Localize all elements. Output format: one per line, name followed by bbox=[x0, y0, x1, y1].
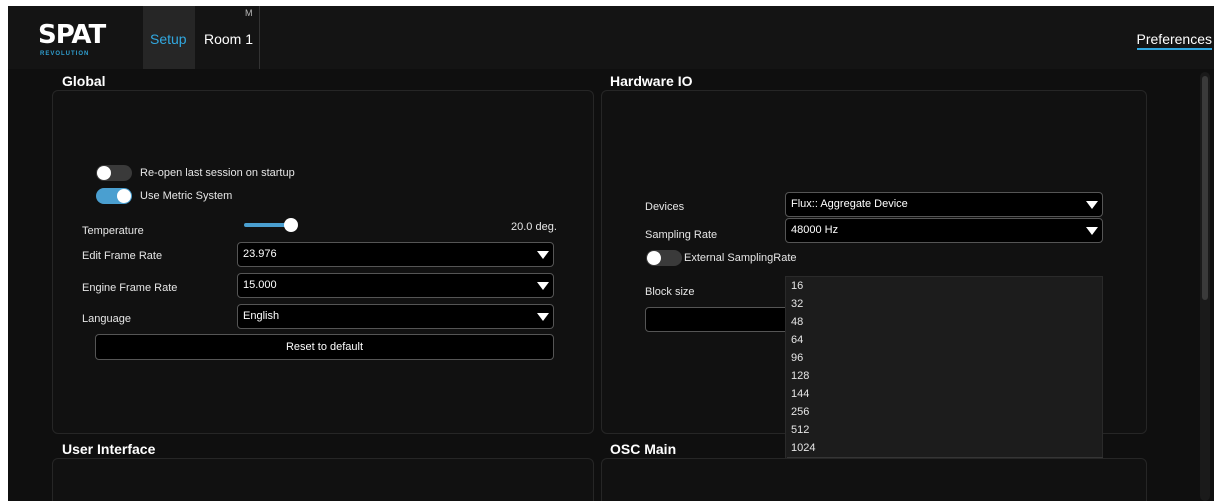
chevron-down-icon bbox=[537, 251, 549, 259]
devices-label: Devices bbox=[645, 201, 685, 213]
toggle-knob bbox=[647, 251, 661, 265]
osc-main-panel bbox=[601, 458, 1147, 501]
devices-select[interactable]: Flux:: Aggregate Device bbox=[785, 192, 1103, 217]
dropdown-option-144[interactable]: 144 bbox=[787, 385, 1103, 403]
tab-room-badge: M bbox=[245, 8, 253, 18]
temperature-slider-handle[interactable] bbox=[284, 218, 298, 232]
dropdown-option-1024[interactable]: 1024 bbox=[787, 439, 1103, 457]
global-title: Global bbox=[62, 73, 106, 89]
chevron-down-icon bbox=[537, 313, 549, 321]
tab-setup[interactable]: Setup bbox=[143, 6, 195, 69]
preferences-link[interactable]: Preferences bbox=[1136, 31, 1212, 50]
edit-frame-rate-select[interactable]: 23.976 bbox=[237, 242, 554, 267]
app-window: SPAT REVOLUTION Setup M Room 1 Preferenc… bbox=[8, 6, 1214, 501]
reopen-session-toggle[interactable] bbox=[96, 165, 132, 181]
user-interface-title: User Interface bbox=[62, 441, 156, 457]
osc-main-title: OSC Main bbox=[610, 441, 677, 457]
reopen-session-label: Re-open last session on startup bbox=[140, 167, 295, 179]
toggle-knob bbox=[117, 189, 131, 203]
dropdown-option-128[interactable]: 128 bbox=[787, 367, 1103, 385]
engine-frame-rate-select[interactable]: 15.000 bbox=[237, 273, 554, 298]
dropdown-option-16[interactable]: 16 bbox=[787, 277, 1103, 295]
tab-room-1[interactable]: M Room 1 bbox=[198, 6, 260, 69]
reset-to-default-button[interactable]: Reset to default bbox=[95, 334, 554, 360]
language-label: Language bbox=[82, 313, 131, 325]
chevron-down-icon bbox=[1086, 201, 1098, 209]
temperature-value: 20.0 deg. bbox=[511, 221, 557, 233]
hardware-io-title: Hardware IO bbox=[610, 73, 693, 89]
spat-logo: SPAT REVOLUTION bbox=[38, 20, 106, 60]
logo-text: SPAT bbox=[38, 20, 106, 50]
temperature-label: Temperature bbox=[82, 225, 144, 237]
dropdown-option-96[interactable]: 96 bbox=[787, 349, 1103, 367]
engine-frame-rate-label: Engine Frame Rate bbox=[82, 282, 178, 294]
language-value: English bbox=[243, 310, 280, 322]
external-sampling-rate-toggle[interactable] bbox=[646, 250, 682, 266]
metric-system-label: Use Metric System bbox=[140, 190, 233, 202]
external-sampling-rate-label: External SamplingRate bbox=[684, 252, 797, 264]
engine-frame-rate-value: 15.000 bbox=[243, 279, 277, 291]
logo-subtext: REVOLUTION bbox=[40, 51, 90, 57]
block-size-label: Block size bbox=[645, 286, 695, 298]
sampling-rate-value: 48000 Hz bbox=[791, 224, 839, 236]
dropdown-option-64[interactable]: 64 bbox=[787, 331, 1103, 349]
sampling-rate-select[interactable]: 48000 Hz bbox=[785, 218, 1103, 243]
dropdown-option-256[interactable]: 256 bbox=[787, 403, 1103, 421]
block-size-select[interactable] bbox=[645, 307, 805, 332]
chevron-down-icon bbox=[537, 282, 549, 290]
user-interface-panel bbox=[52, 458, 594, 501]
toggle-knob bbox=[97, 166, 111, 180]
language-select[interactable]: English bbox=[237, 304, 554, 329]
tab-room-label: Room 1 bbox=[204, 31, 254, 47]
edit-frame-rate-value: 23.976 bbox=[243, 248, 277, 260]
sampling-rate-label: Sampling Rate bbox=[645, 229, 718, 241]
devices-value: Flux:: Aggregate Device bbox=[791, 198, 908, 210]
top-bar: SPAT REVOLUTION Setup M Room 1 Preferenc… bbox=[8, 6, 1214, 69]
chevron-down-icon bbox=[1086, 227, 1098, 235]
dropdown-option-48[interactable]: 48 bbox=[787, 313, 1103, 331]
dropdown-option-32[interactable]: 32 bbox=[787, 295, 1103, 313]
edit-frame-rate-label: Edit Frame Rate bbox=[82, 250, 163, 262]
scrollbar-thumb[interactable] bbox=[1202, 76, 1208, 300]
dropdown-option-512[interactable]: 512 bbox=[787, 421, 1103, 439]
tab-setup-label: Setup bbox=[150, 31, 187, 47]
metric-system-toggle[interactable] bbox=[96, 188, 132, 204]
